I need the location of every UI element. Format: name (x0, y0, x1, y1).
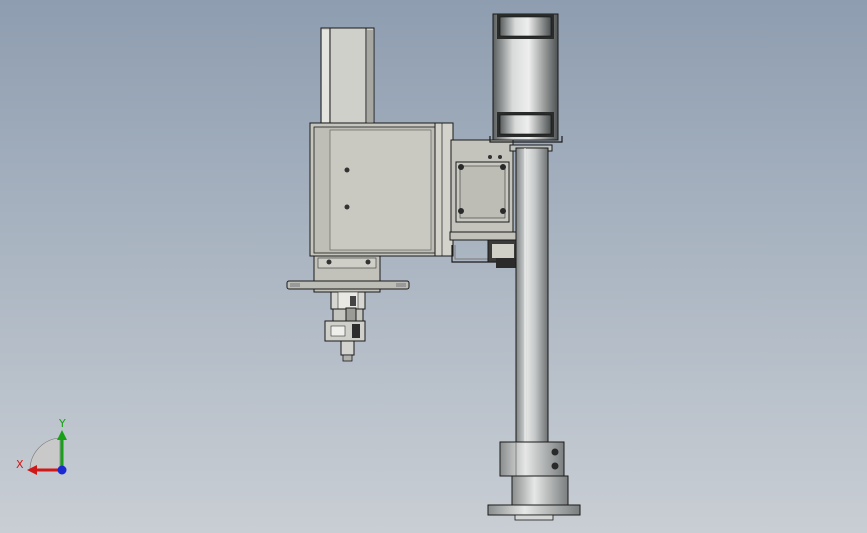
assembly-model[interactable] (0, 0, 867, 533)
top-drum[interactable] (489, 13, 563, 143)
column-base[interactable] (487, 441, 581, 521)
main-housing[interactable] (309, 122, 454, 257)
top-motor[interactable] (320, 27, 375, 125)
vertical-column[interactable] (509, 144, 553, 444)
tool-gripper[interactable] (324, 291, 366, 362)
spindle-block[interactable] (286, 255, 410, 293)
cad-viewport[interactable]: Y X (0, 0, 867, 533)
